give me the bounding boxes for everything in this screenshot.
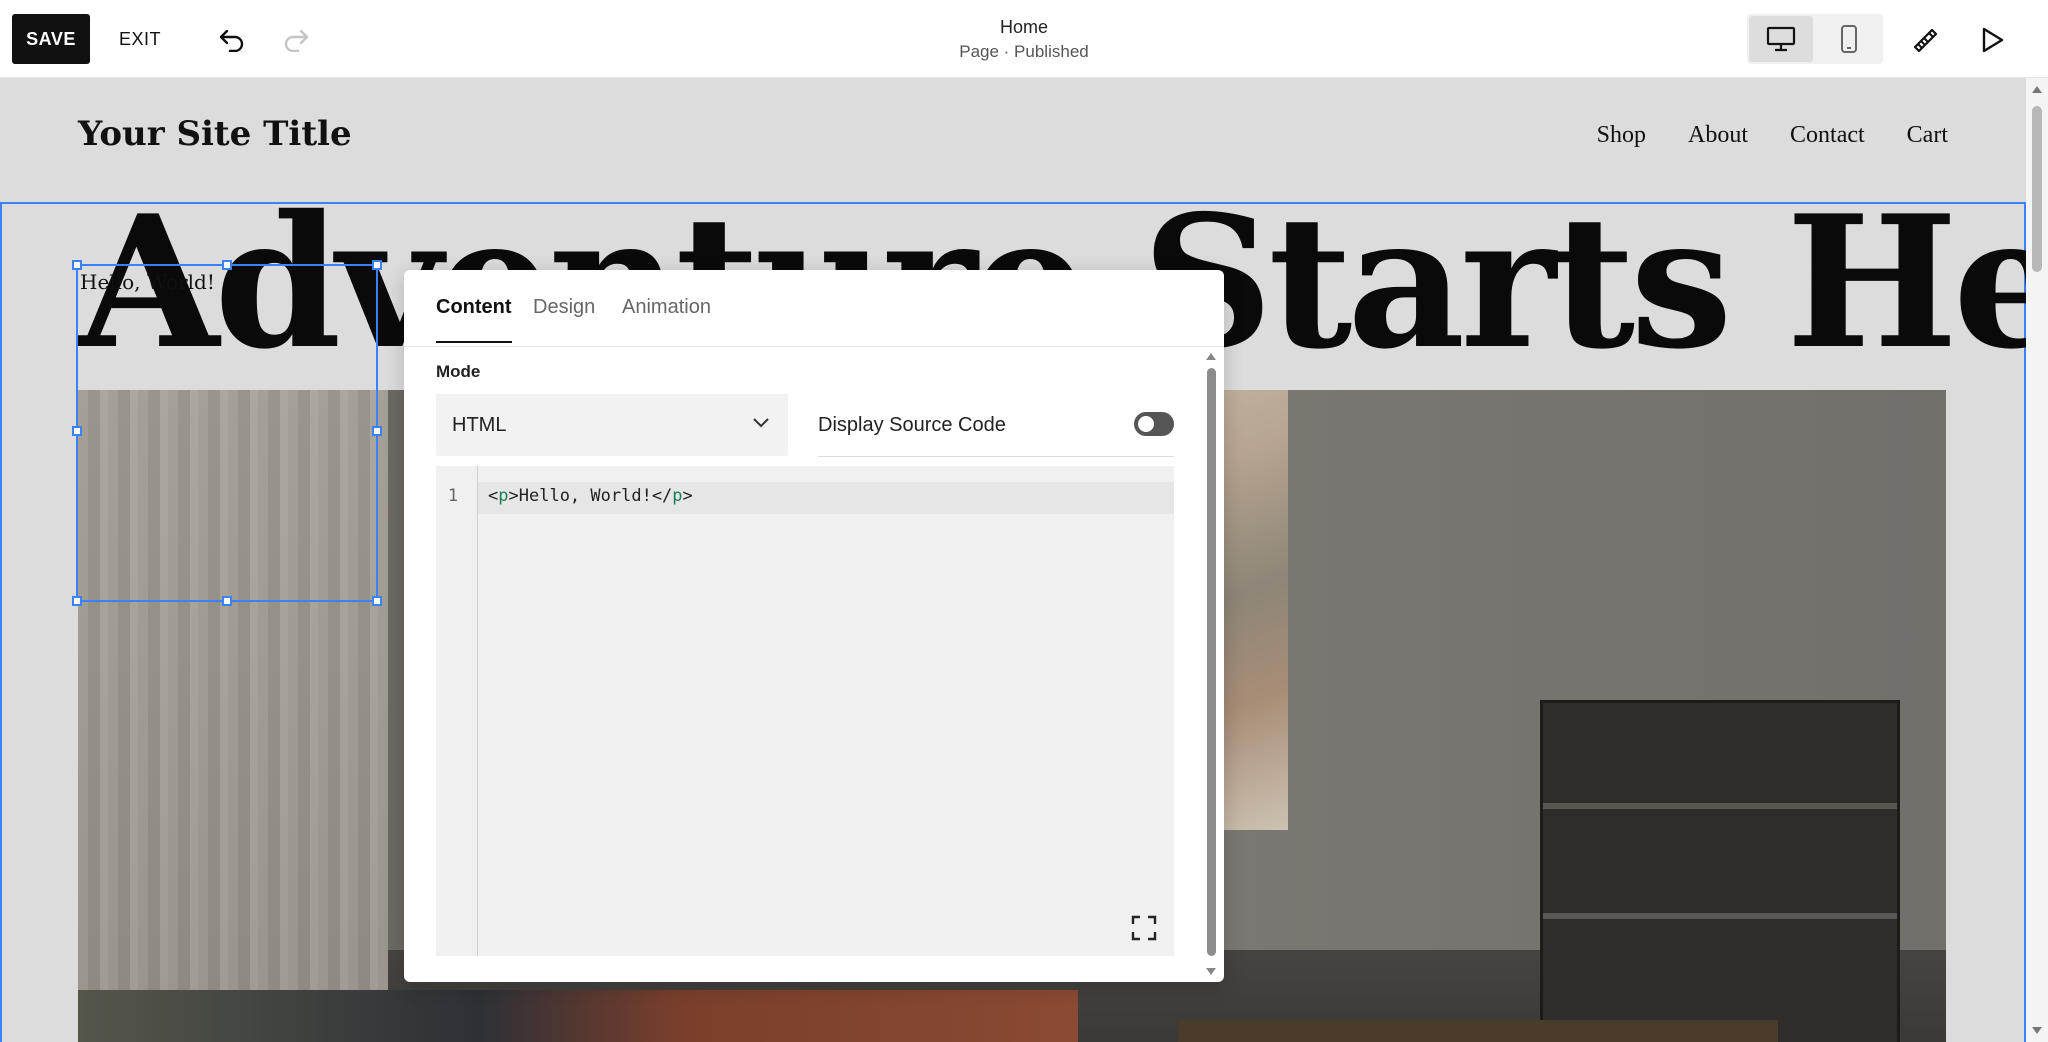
nav-link-shop[interactable]: Shop: [1597, 122, 1646, 149]
code-line[interactable]: <p>Hello, World!</p>: [488, 486, 693, 506]
scroll-up-icon: [2032, 86, 2042, 93]
line-gutter: 1: [436, 466, 478, 956]
play-icon: [1982, 27, 2004, 53]
display-source-toggle[interactable]: [1134, 412, 1174, 436]
redo-icon[interactable]: [276, 20, 316, 60]
resize-handle-top-left[interactable]: [72, 260, 82, 270]
tab-content[interactable]: Content: [436, 296, 512, 343]
mobile-view-button[interactable]: [1817, 16, 1881, 62]
scroll-down-icon: [2032, 1027, 2042, 1034]
tab-animation[interactable]: Animation: [622, 296, 711, 341]
page-scrollbar[interactable]: [2026, 78, 2048, 1042]
nav-link-contact[interactable]: Contact: [1790, 122, 1865, 149]
page-info[interactable]: Home Page · Published: [824, 14, 1224, 64]
site-nav: Shop About Contact Cart: [1597, 122, 1948, 149]
device-toggle: [1747, 14, 1883, 64]
display-source-row: Display Source Code: [818, 394, 1174, 457]
mobile-icon: [1841, 25, 1857, 53]
save-button[interactable]: SAVE: [12, 14, 90, 64]
code-tag-name: p: [498, 486, 509, 506]
site-title[interactable]: Your Site Title: [78, 114, 352, 154]
page-scroll-thumb[interactable]: [2032, 106, 2042, 272]
scroll-down-icon: [1206, 968, 1216, 975]
image-sofa: [78, 990, 1078, 1042]
resize-handle-left[interactable]: [72, 426, 82, 436]
undo-icon[interactable]: [212, 20, 252, 60]
desktop-icon: [1766, 26, 1796, 52]
mode-select[interactable]: HTML: [436, 394, 788, 456]
mode-label: Mode: [436, 362, 481, 381]
resize-handle-bottom[interactable]: [222, 596, 232, 606]
paintbrush-icon: [1913, 28, 1938, 53]
code-text: <p>Hello, World!</p>: [488, 486, 693, 506]
page-name: Home: [999, 17, 1048, 37]
page-status: Page · Published: [959, 42, 1089, 61]
panel-tabs: Content Design Animation: [404, 270, 1224, 347]
chevron-down-icon: [752, 416, 770, 434]
panel-scrollbar[interactable]: [1204, 350, 1218, 980]
site-styles-button[interactable]: [1902, 18, 1946, 62]
mode-select-value: HTML: [452, 414, 507, 436]
code-editor[interactable]: 1 <p>Hello, World!</p>: [436, 466, 1174, 956]
panel-scroll-thumb[interactable]: [1207, 368, 1216, 956]
display-source-label: Display Source Code: [818, 414, 1006, 436]
image-bookshelf: [1540, 700, 1900, 1042]
tab-design[interactable]: Design: [533, 296, 595, 341]
resize-handle-bottom-left[interactable]: [72, 596, 82, 606]
code-block-editor-panel: Content Design Animation Mode HTML Displ…: [404, 270, 1224, 982]
preview-button[interactable]: [1970, 18, 2014, 62]
resize-handle-right[interactable]: [372, 426, 382, 436]
desktop-view-button[interactable]: [1749, 16, 1813, 62]
resize-handle-top[interactable]: [222, 260, 232, 270]
scroll-up-icon: [1206, 353, 1216, 360]
nav-link-cart[interactable]: Cart: [1907, 122, 1948, 149]
code-tag-name: p: [672, 486, 683, 506]
editor-toolbar: SAVE EXIT Home Page · Published: [0, 0, 2048, 78]
expand-icon[interactable]: [1130, 914, 1158, 942]
resize-handle-bottom-right[interactable]: [372, 596, 382, 606]
code-block-selection[interactable]: [76, 264, 378, 602]
resize-handle-top-right[interactable]: [372, 260, 382, 270]
exit-button[interactable]: EXIT: [108, 14, 172, 64]
image-table: [1178, 1020, 1778, 1042]
nav-link-about[interactable]: About: [1688, 122, 1748, 149]
line-number: 1: [447, 486, 459, 506]
